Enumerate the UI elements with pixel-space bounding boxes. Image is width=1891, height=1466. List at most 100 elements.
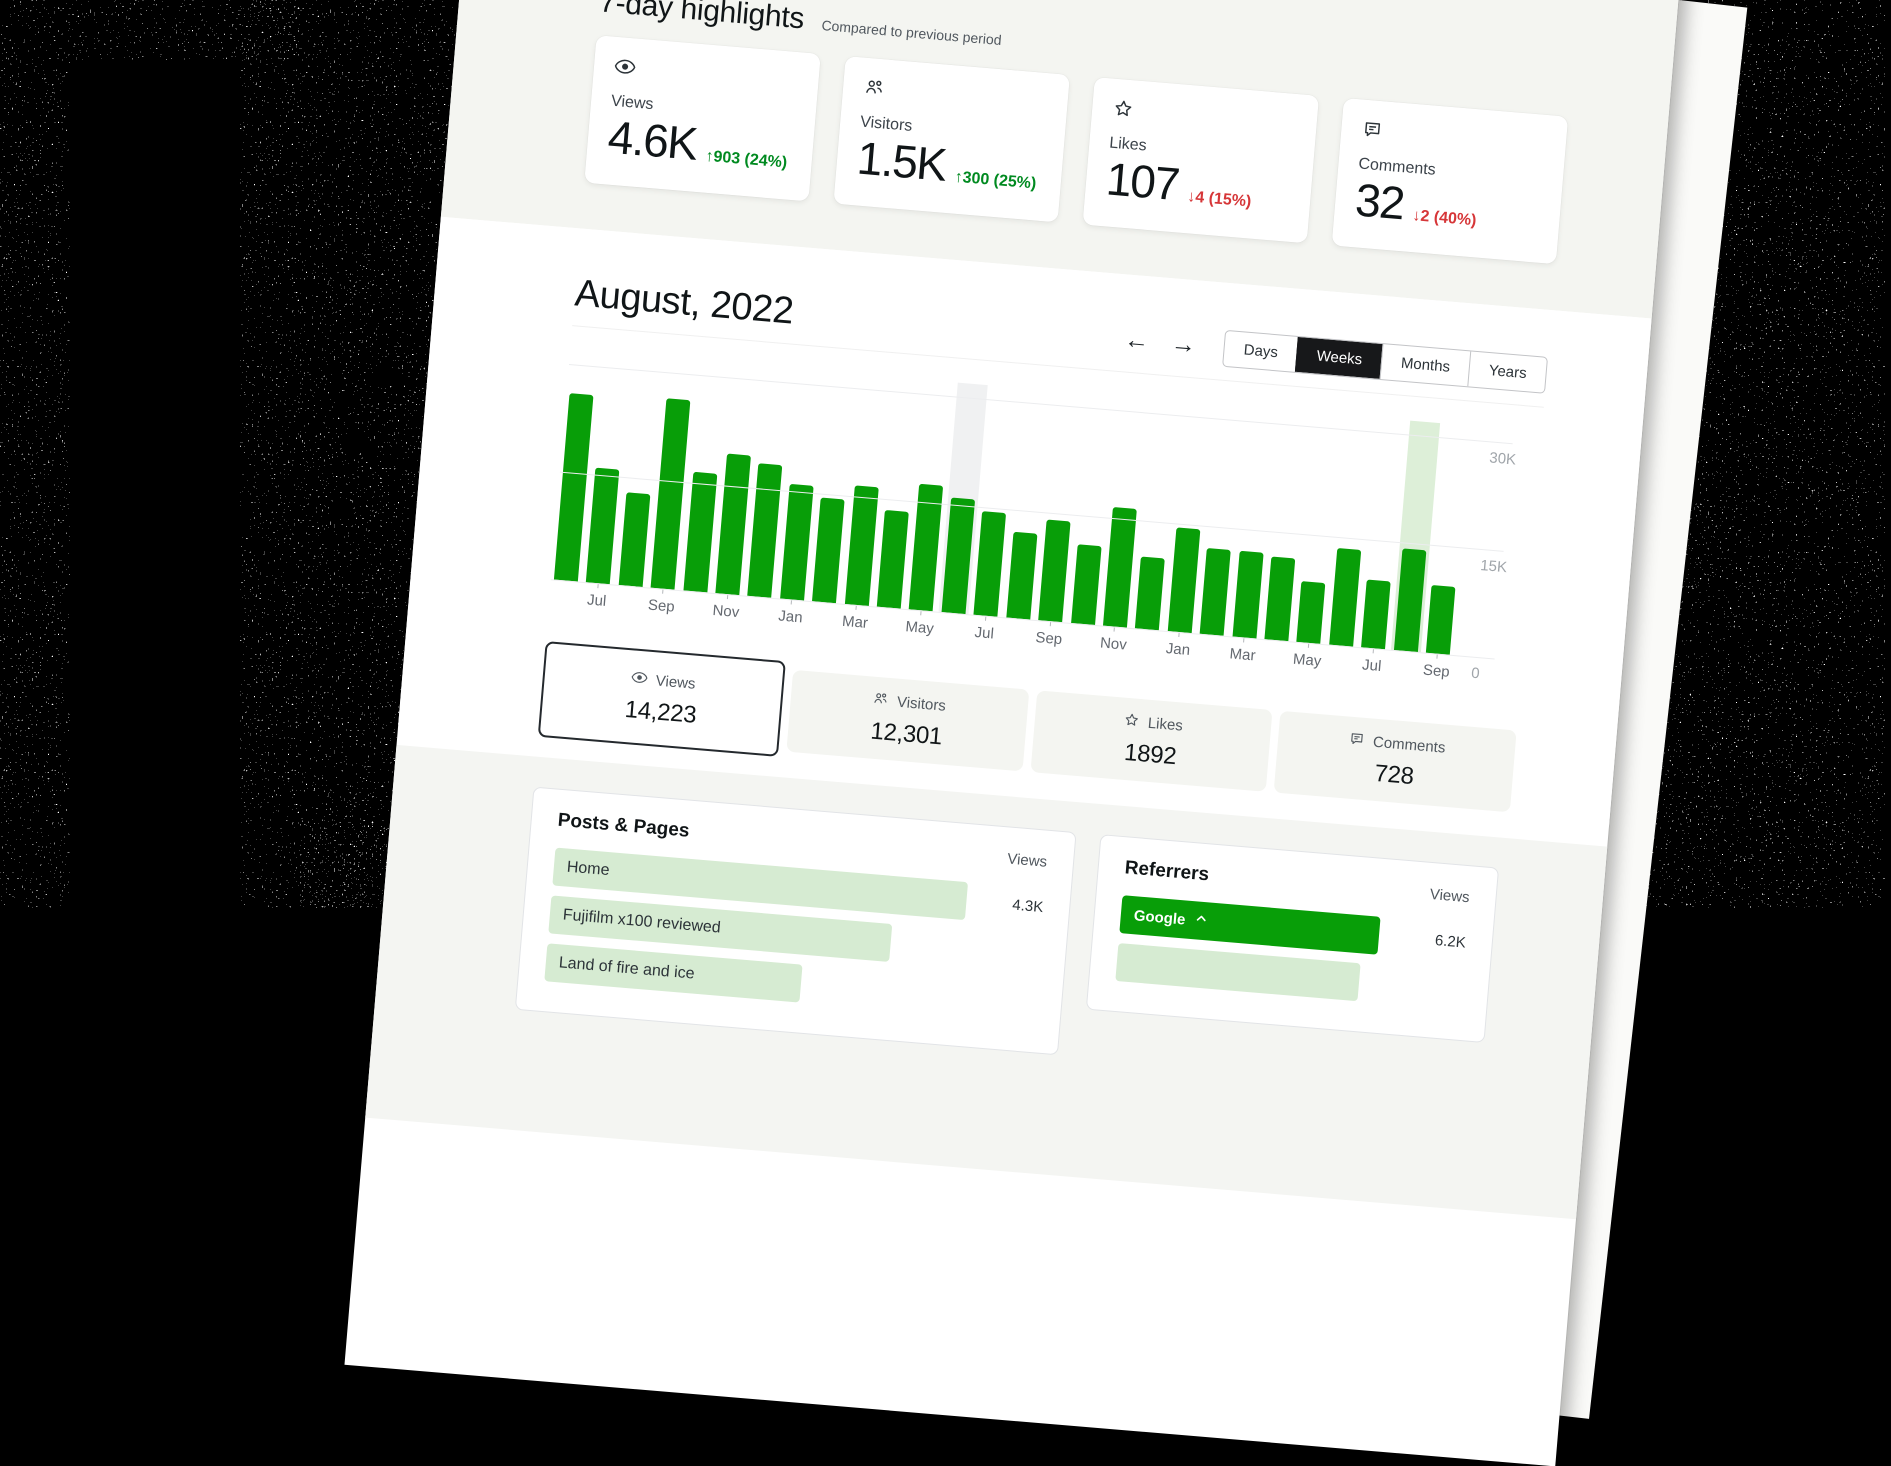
highlight-card-delta: ↓2 (40%) — [1412, 207, 1477, 230]
metric-tab-label-row: Visitors — [871, 690, 946, 717]
stats-page: 7-day highlights Compared to previous pe… — [344, 0, 1680, 1466]
x-tick-label: Sep — [1421, 661, 1452, 680]
highlight-card-value: 1.5K — [855, 134, 947, 190]
chart-bar[interactable] — [619, 492, 651, 587]
x-axis-slot: Sep — [1033, 620, 1065, 648]
highlight-card-delta: ↓4 (15%) — [1187, 188, 1252, 211]
x-tick-label: Nov — [1098, 634, 1129, 653]
x-axis-slot: Jul — [969, 615, 1001, 643]
chart-bar[interactable] — [1232, 551, 1263, 639]
metric-tab-value: 728 — [1373, 760, 1414, 791]
referrers-rows: Google6.2K — [1115, 895, 1467, 1010]
chart-bar[interactable] — [1200, 548, 1231, 636]
x-axis-slot: Jul — [581, 582, 613, 610]
highlight-card-views[interactable]: Views4.6K↑903 (24%) — [584, 35, 821, 201]
metric-tab-label: Visitors — [896, 694, 946, 715]
x-tick-label: Mar — [839, 613, 870, 632]
chart-bar[interactable] — [1103, 507, 1137, 627]
x-tick-label: Sep — [646, 596, 677, 615]
chart-bar[interactable] — [748, 463, 783, 598]
x-axis-slot: Jan — [1162, 631, 1194, 659]
referrer-row-label: Google — [1133, 907, 1186, 928]
chart-bar[interactable] — [877, 510, 909, 609]
chart-bar[interactable] — [683, 472, 717, 592]
chart-bar[interactable] — [1135, 557, 1165, 631]
x-axis-slot: May — [904, 609, 936, 637]
tab-months[interactable]: Months — [1380, 344, 1471, 386]
x-axis-slot: Mar — [1227, 636, 1259, 664]
highlight-card-value: 107 — [1104, 154, 1180, 208]
highlight-card-comments[interactable]: Comments32↓2 (40%) — [1332, 98, 1569, 264]
metric-tab-comments[interactable]: Comments 728 — [1274, 711, 1517, 813]
x-axis-slot — [872, 606, 904, 634]
star-icon — [1122, 711, 1141, 733]
chart-bar[interactable] — [1361, 579, 1391, 649]
y-tick-label: 30K — [1489, 450, 1517, 469]
chart-bar[interactable] — [1329, 548, 1361, 647]
chart-bar[interactable] — [1297, 581, 1326, 644]
chart-bar[interactable] — [780, 484, 814, 601]
views-bar-chart: JulSepNovJanMarMayJulSepNovJanMarMayJulS… — [551, 350, 1542, 661]
chart-bar[interactable] — [1071, 544, 1102, 625]
tab-days[interactable]: Days — [1223, 331, 1298, 372]
x-axis-slot: Jul — [1356, 647, 1388, 675]
highlight-card-value: 32 — [1354, 175, 1406, 227]
x-axis-slot: Jan — [775, 598, 807, 626]
eye-icon — [613, 55, 799, 94]
post-row-views: 4.3K — [1012, 897, 1044, 917]
metric-tab-visitors[interactable]: Visitors12,301 — [786, 670, 1029, 772]
chart-bar[interactable] — [941, 497, 975, 614]
y-tick-label: 0 — [1471, 665, 1481, 683]
x-axis-slot: Nov — [710, 593, 742, 621]
metric-tab-likes[interactable]: Likes1892 — [1030, 690, 1273, 792]
x-axis-slot — [1259, 639, 1291, 667]
highlights-subtitle: Compared to previous period — [821, 17, 1002, 48]
x-tick-label: Mar — [1227, 645, 1258, 664]
next-period-button[interactable]: → — [1170, 331, 1197, 358]
arrow-left-icon: ← — [1123, 325, 1150, 355]
prev-period-button[interactable]: ← — [1123, 327, 1150, 354]
x-axis-slot — [1195, 633, 1227, 661]
highlight-card-visitors[interactable]: Visitors1.5K↑300 (25%) — [833, 56, 1070, 222]
chart-bar[interactable] — [586, 468, 620, 585]
highlight-card-value: 4.6K — [606, 113, 698, 169]
tab-years[interactable]: Years — [1467, 351, 1546, 392]
comment-icon — [1360, 118, 1546, 157]
metric-tab-label: Comments — [1372, 734, 1446, 757]
x-axis-slot — [1388, 650, 1420, 678]
period-title: August, 2022 — [573, 272, 795, 333]
x-axis-slot: Sep — [646, 587, 678, 615]
granularity-toggle: DaysWeeksMonthsYears — [1222, 330, 1548, 394]
chart-bar[interactable] — [974, 511, 1007, 617]
chart-bar[interactable] — [845, 486, 879, 606]
referrers-card: Referrers Views Google6.2K — [1086, 834, 1499, 1043]
chart-bar[interactable] — [1006, 532, 1037, 620]
modules-section: Posts & Pages Views Home4.3KFujifilm x10… — [365, 745, 1607, 1219]
y-tick-label: 15K — [1480, 557, 1508, 576]
chart-bar[interactable] — [1038, 520, 1070, 622]
chart-bar[interactable] — [1167, 527, 1200, 633]
x-tick-label: May — [1291, 651, 1322, 670]
metric-tab-label-row: Likes — [1122, 711, 1184, 737]
x-tick-label: Jul — [969, 623, 1000, 642]
posts-pages-rows: Home4.3KFujifilm x100 reviewedLand of fi… — [544, 848, 1044, 1023]
metric-tab-views[interactable]: Views14,223 — [538, 641, 786, 757]
x-axis-slot: Nov — [1098, 625, 1130, 653]
metric-tab-value: 14,223 — [624, 696, 698, 730]
period-nav: ← → — [1123, 327, 1197, 358]
tab-weeks[interactable]: Weeks — [1295, 337, 1382, 379]
arrow-right-icon: → — [1170, 329, 1197, 359]
chart-bar[interactable] — [1426, 585, 1456, 655]
comment-icon — [1347, 730, 1366, 752]
chevron-up-icon[interactable] — [1194, 911, 1208, 930]
chart-section: August, 2022 ← → DaysWeeksMonthsYears Ju… — [398, 217, 1651, 827]
highlight-card-delta: ↑300 (25%) — [954, 169, 1037, 194]
x-tick-label: Jul — [1356, 656, 1387, 675]
x-tick-label: Sep — [1033, 629, 1064, 648]
chart-bar[interactable] — [1394, 548, 1426, 652]
x-tick-label: May — [904, 618, 935, 637]
chart-bar[interactable] — [812, 497, 845, 603]
posts-pages-card: Posts & Pages Views Home4.3KFujifilm x10… — [515, 787, 1077, 1056]
highlight-card-likes[interactable]: Likes107↓4 (15%) — [1082, 77, 1319, 243]
chart-bar[interactable] — [1264, 557, 1295, 641]
